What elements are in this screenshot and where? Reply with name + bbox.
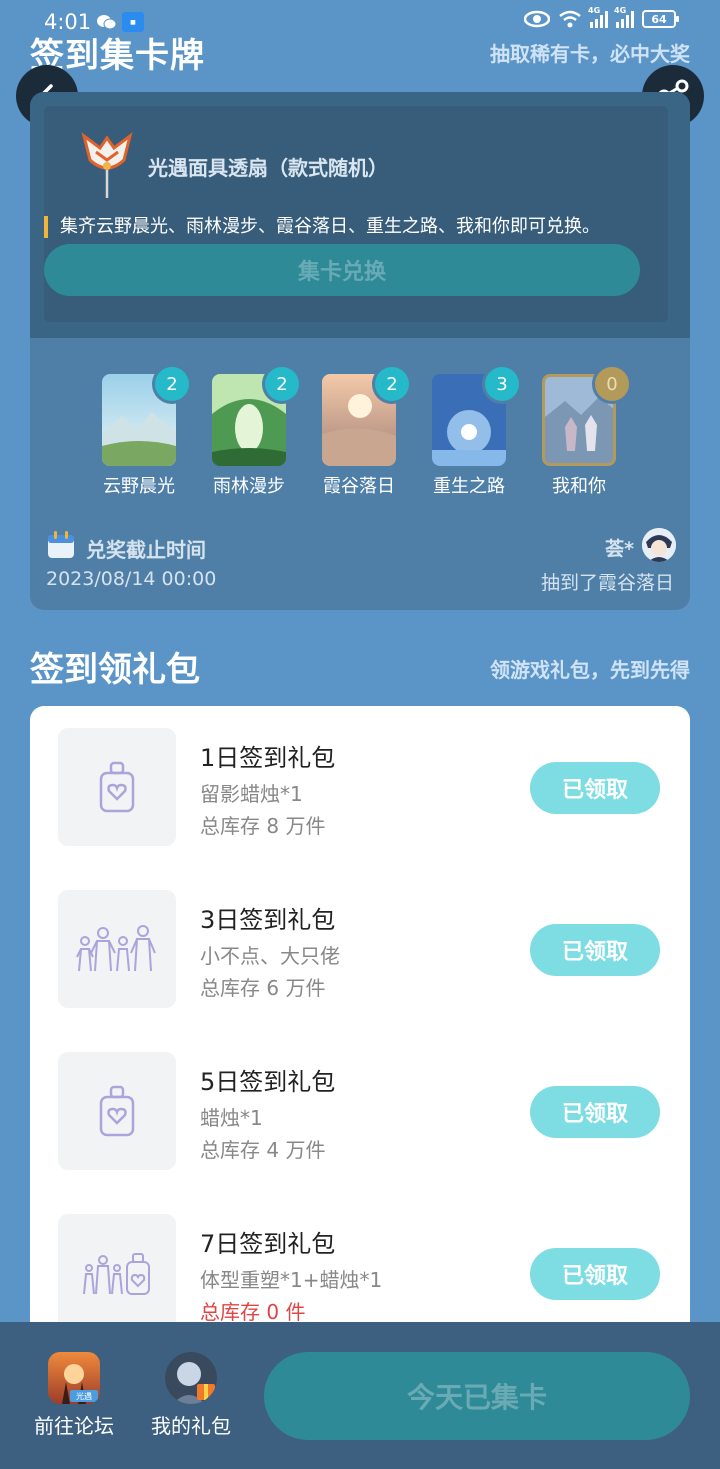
list-item: 3日签到礼包 小不点、大只佬 总库存 6 万件 已领取: [30, 868, 690, 1008]
card-count-badge: 3: [482, 364, 522, 404]
claimed-button[interactable]: 已领取: [530, 762, 660, 814]
claimed-button[interactable]: 已领取: [530, 1086, 660, 1138]
page-subtitle: 抽取稀有卡，必中大奖: [490, 42, 690, 66]
avatar: [642, 528, 676, 562]
deadline-title: 兑奖截止时间: [86, 538, 206, 562]
card-item[interactable]: 2 云野晨光: [102, 364, 192, 498]
my-gifts-label: 我的礼包: [151, 1414, 231, 1438]
svg-text:光遇: 光遇: [76, 1391, 92, 1401]
eye-icon: [524, 10, 550, 28]
battery-icon: 64: [642, 10, 679, 28]
calendar-icon: [48, 531, 74, 558]
card-label: 重生之路: [433, 476, 505, 497]
my-gifts-nav-item[interactable]: 我的礼包: [141, 1352, 241, 1439]
prize-description: 集齐云野晨光、雨林漫步、霞谷落日、重生之路、我和你即可兑换。: [44, 216, 600, 238]
card-label: 我和你: [552, 476, 606, 497]
list-item: 5日签到礼包 蜡烛*1 总库存 4 万件 已领取: [30, 1030, 690, 1170]
gift-title: 5日签到礼包: [200, 1068, 336, 1096]
gift-stock: 总库存 8 万件: [200, 814, 326, 838]
forum-icon: 光遇: [48, 1352, 100, 1404]
my-gifts-icon: [165, 1352, 217, 1404]
signin-section-title: 签到领礼包: [30, 650, 200, 690]
gift-contents: 小不点、大只佬: [200, 944, 340, 968]
card-count-badge: 2: [262, 364, 302, 404]
card-item[interactable]: 0 我和你: [542, 364, 632, 498]
candle-icon: [99, 1085, 135, 1137]
gift-thumbnail: [58, 1052, 176, 1170]
bottom-bar: 光遇 前往论坛 我的礼包 今天已集卡: [0, 1322, 720, 1469]
wifi-icon: [559, 10, 581, 28]
candle-icon: [99, 761, 135, 813]
deadline-date: 2023/08/14 00:00: [46, 568, 217, 590]
prize-name: 光遇面具透扇（款式随机）: [148, 156, 388, 180]
card-label: 雨林漫步: [213, 476, 285, 497]
gift-title: 3日签到礼包: [200, 906, 336, 934]
gift-thumbnail: [58, 1214, 176, 1332]
winner-name: 荟*: [605, 538, 634, 560]
list-item: 7日签到礼包 体型重塑*1+蜡烛*1 总库存 0 件 已领取: [30, 1192, 690, 1332]
forum-nav-item[interactable]: 光遇 前往论坛: [24, 1352, 124, 1439]
prize-box: 光遇面具透扇（款式随机） 集齐云野晨光、雨林漫步、霞谷落日、重生之路、我和你即可…: [30, 92, 690, 338]
card-label: 云野晨光: [103, 476, 175, 497]
checked-in-today-button[interactable]: 今天已集卡: [264, 1352, 690, 1440]
gift-stock: 总库存 6 万件: [200, 976, 326, 1000]
list-item: 1日签到礼包 留影蜡烛*1 总库存 8 万件 已领取: [30, 706, 690, 846]
gift-list: 1日签到礼包 留影蜡烛*1 总库存 8 万件 已领取 3日签到礼包 小不点、大只…: [30, 706, 690, 1346]
card-count-badge: 2: [152, 364, 192, 404]
gift-title: 1日签到礼包: [200, 744, 336, 772]
signin-section-subtitle: 领游戏礼包，先到先得: [490, 658, 690, 682]
mask-fan-icon: [81, 132, 133, 198]
forum-label: 前往论坛: [34, 1414, 114, 1438]
people-candle-icon: [83, 1253, 150, 1295]
gift-thumbnail: [58, 890, 176, 1008]
gift-stock: 总库存 4 万件: [200, 1138, 326, 1162]
gift-thumbnail: [58, 728, 176, 846]
card-count-badge: 0: [592, 364, 632, 404]
signal-icon: 4G: [614, 6, 634, 28]
card-item[interactable]: 3 重生之路: [432, 364, 522, 498]
gift-contents: 体型重塑*1+蜡烛*1: [200, 1268, 383, 1292]
gift-title: 7日签到礼包: [200, 1230, 336, 1258]
exchange-cards-button[interactable]: 集卡兑换: [44, 244, 640, 296]
card-item[interactable]: 2 雨林漫步: [212, 364, 302, 498]
card-label: 霞谷落日: [323, 476, 395, 497]
signal-icon: 4G: [588, 6, 608, 28]
gift-contents: 留影蜡烛*1: [200, 782, 303, 806]
card-item[interactable]: 2 霞谷落日: [322, 364, 412, 498]
card-collection-panel: 光遇面具透扇（款式随机） 集齐云野晨光、雨林漫步、霞谷落日、重生之路、我和你即可…: [30, 92, 690, 610]
gift-stock: 总库存 0 件: [200, 1300, 306, 1324]
card-count-badge: 2: [372, 364, 412, 404]
claimed-button[interactable]: 已领取: [530, 924, 660, 976]
winner-text: 抽到了霞谷落日: [540, 572, 674, 594]
card-list: 2 云野晨光 2 雨林漫步 2 霞谷落日 3 重生之路 0 我和你: [102, 364, 632, 498]
claimed-button[interactable]: 已领取: [530, 1248, 660, 1300]
gift-contents: 蜡烛*1: [200, 1106, 263, 1130]
people-icon: [76, 925, 156, 972]
